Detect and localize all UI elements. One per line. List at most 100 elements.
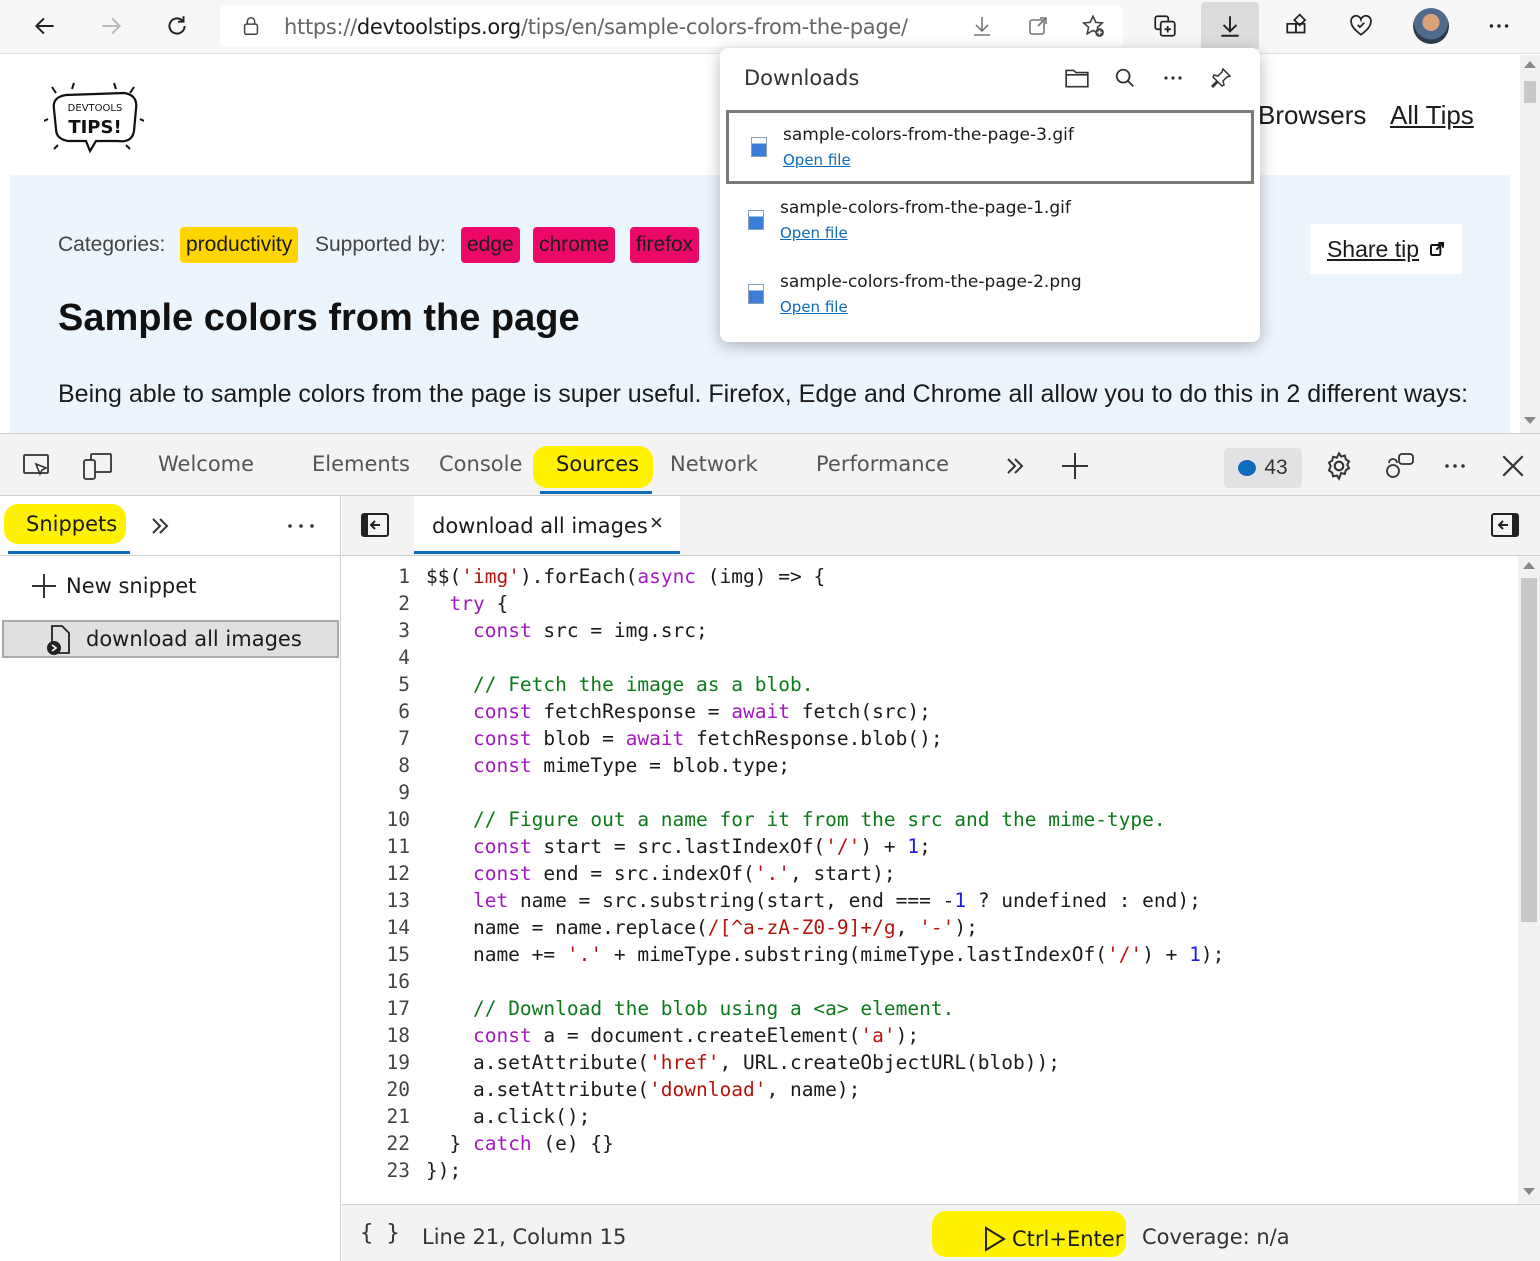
line-number: 4 [398, 646, 410, 669]
add-tab-button[interactable] [1056, 448, 1094, 484]
tab-performance[interactable]: Performance [816, 452, 949, 476]
gear-icon [1327, 451, 1351, 481]
open-file-link[interactable]: Open file [780, 224, 848, 242]
more-tabs-button[interactable] [996, 448, 1034, 484]
tab-snippets[interactable]: Snippets [26, 512, 117, 536]
refresh-button[interactable] [156, 6, 198, 46]
tag-firefox[interactable]: firefox [630, 227, 700, 263]
search-downloads-button[interactable] [1108, 62, 1142, 94]
browser-toolbar: https://devtoolstips.org/tips/en/sample-… [0, 0, 1540, 54]
code-line: $$('img').forEach(async (img) => { [426, 565, 826, 588]
devtools-more-button[interactable] [1436, 448, 1474, 484]
scroll-up-arrow[interactable] [1523, 562, 1535, 569]
code-line: const fetchResponse = await fetch(src); [472, 700, 931, 723]
inspect-button[interactable] [18, 448, 56, 484]
settings-more-button[interactable] [1478, 6, 1520, 46]
tab-elements[interactable]: Elements [312, 452, 410, 476]
open-file-link[interactable]: Open file [780, 298, 848, 316]
sources-navigator: Snippets New snippet download all images [0, 496, 341, 1261]
download-item[interactable]: sample-colors-from-the-page-1.gif Open f… [726, 186, 1254, 260]
open-file-link[interactable]: Open file [783, 151, 851, 169]
chevron-double-right-icon[interactable] [148, 514, 172, 538]
open-in-app-icon[interactable] [1026, 14, 1050, 38]
tag-edge[interactable]: edge [461, 227, 520, 263]
feedback-icon [1386, 453, 1414, 478]
toggle-debugger-icon[interactable] [1490, 512, 1520, 538]
tab-network[interactable]: Network [670, 452, 758, 476]
devtools-tab-bar: Welcome Elements Console Sources Network… [0, 434, 1540, 496]
download-item[interactable]: sample-colors-from-the-page-3.gif Open f… [726, 110, 1254, 184]
code-line: const end = src.indexOf('.', start); [472, 862, 896, 885]
page-scroll-thumb[interactable] [1524, 81, 1536, 103]
line-number: 13 [386, 889, 410, 912]
more-icon[interactable] [286, 516, 316, 536]
toggle-navigator-icon[interactable] [360, 512, 390, 538]
download-icon[interactable] [970, 14, 994, 38]
forward-button[interactable] [90, 6, 132, 46]
tag-productivity[interactable]: productivity [180, 227, 299, 263]
download-file-name: sample-colors-from-the-page-2.png [780, 272, 1082, 292]
editor-scroll-thumb[interactable] [1521, 578, 1537, 922]
issues-badge[interactable]: 43 [1224, 448, 1302, 488]
line-number: 5 [398, 673, 410, 696]
pin-downloads-button[interactable] [1204, 62, 1238, 94]
code-line: const mimeType = blob.type; [472, 754, 790, 777]
tab-console[interactable]: Console [439, 452, 522, 476]
categories-label: Categories: [58, 233, 166, 256]
snippet-item[interactable]: download all images [2, 620, 339, 658]
code-line: try { [449, 592, 509, 615]
line-number: 22 [386, 1132, 410, 1155]
code-line: const a = document.createElement('a'); [472, 1024, 920, 1047]
device-emulation-button[interactable] [78, 448, 116, 484]
download-icon [1221, 16, 1239, 37]
editor-file-tab[interactable]: download all images × [414, 496, 680, 554]
editor-tab-bar: download all images × [342, 496, 1540, 556]
heart-pulse-icon [1350, 14, 1372, 36]
line-number: 1 [398, 565, 410, 588]
page-scrollbar[interactable] [1520, 55, 1540, 433]
address-bar[interactable]: https://devtoolstips.org/tips/en/sample-… [220, 5, 1123, 47]
downloads-more-button[interactable] [1156, 62, 1190, 94]
nav-browsers-link[interactable]: Browsers [1258, 100, 1366, 131]
avatar[interactable] [1413, 8, 1449, 44]
pretty-print-button[interactable]: { } [360, 1221, 400, 1246]
line-number: 3 [398, 619, 410, 642]
run-snippet-button[interactable]: Ctrl+Enter [982, 1225, 1123, 1253]
devtools-tips-logo[interactable]: DEVTOOLS TIPS! [44, 79, 144, 155]
performance-button[interactable] [1340, 6, 1382, 46]
editor-scrollbar[interactable] [1518, 556, 1540, 1204]
scroll-down-arrow[interactable] [1523, 1188, 1535, 1195]
search-icon [1115, 68, 1134, 87]
share-tip-button[interactable]: Share tip [1310, 224, 1462, 274]
tab-sources[interactable]: Sources [556, 452, 639, 476]
image-file-icon [748, 284, 764, 304]
scroll-down-arrow[interactable] [1524, 417, 1536, 424]
download-file-name: sample-colors-from-the-page-1.gif [780, 198, 1071, 218]
code-line: // Fetch the image as a blob. [472, 673, 814, 696]
active-tab-indicator [540, 491, 652, 494]
tag-chrome[interactable]: chrome [533, 227, 616, 263]
line-number: 18 [386, 1024, 410, 1047]
page-title: Sample colors from the page [58, 297, 580, 339]
scroll-up-arrow[interactable] [1524, 61, 1536, 68]
nav-all-tips-link[interactable]: All Tips [1390, 100, 1474, 131]
close-tab-icon[interactable]: × [650, 510, 663, 536]
feedback-button[interactable] [1380, 448, 1418, 484]
tab-welcome[interactable]: Welcome [158, 452, 254, 476]
back-button[interactable] [24, 6, 66, 46]
close-devtools-button[interactable] [1494, 448, 1532, 484]
open-folder-button[interactable] [1060, 62, 1094, 94]
code-line: // Download the blob using a <a> element… [472, 997, 955, 1020]
code-editor[interactable]: 1 2 3 4 5 6 7 8 9 10 11 12 13 14 15 16 1… [342, 556, 1518, 1204]
code-line: const src = img.src; [472, 619, 708, 642]
downloads-button[interactable] [1201, 2, 1259, 50]
supported-by-label: Supported by: [315, 233, 446, 256]
code-line: name = name.replace(/[^a-zA-Z0-9]+/g, '-… [426, 916, 978, 939]
collections-button[interactable] [1144, 6, 1186, 46]
settings-button[interactable] [1320, 448, 1358, 484]
new-snippet-button[interactable]: New snippet [30, 572, 196, 600]
extensions-button[interactable] [1276, 6, 1318, 46]
download-item[interactable]: sample-colors-from-the-page-2.png Open f… [726, 260, 1254, 334]
add-favorite-icon[interactable] [1080, 13, 1106, 39]
code-line: // Figure out a name for it from the src… [472, 808, 1166, 831]
